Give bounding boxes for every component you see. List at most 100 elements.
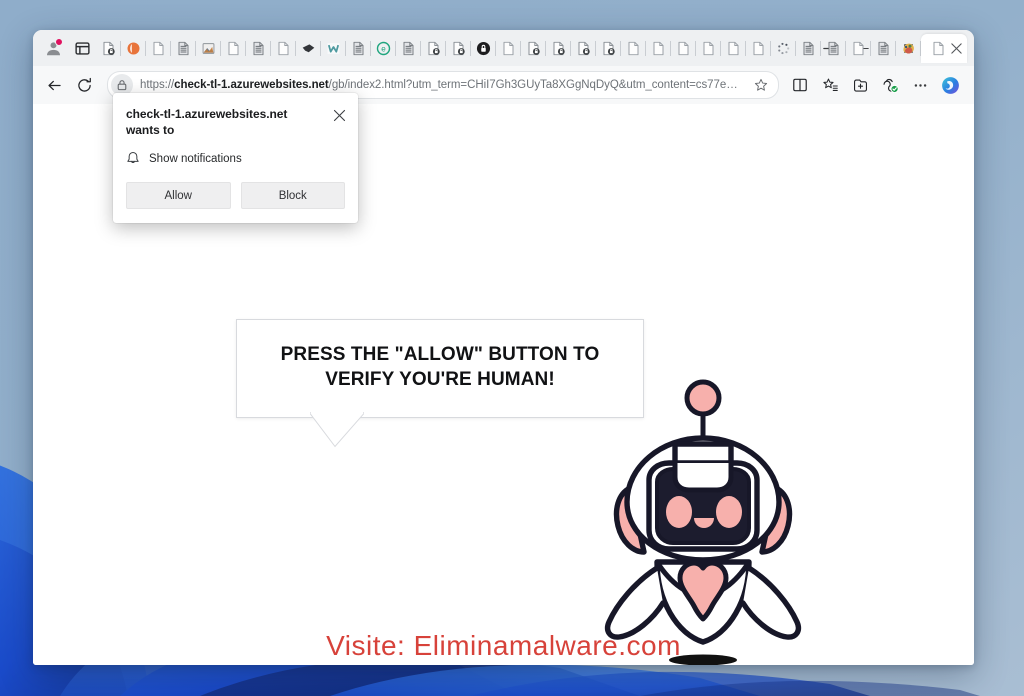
ellipsis-more-icon — [914, 83, 926, 87]
tab[interactable] — [771, 34, 796, 63]
tab[interactable] — [421, 34, 446, 63]
copilot-icon — [941, 76, 959, 94]
document-lines-icon — [803, 41, 814, 55]
profile-button[interactable] — [40, 35, 66, 61]
lock-page-icon — [428, 41, 440, 55]
orange-circle-icon — [127, 42, 140, 54]
document-lines-icon — [878, 41, 889, 55]
add-favorite-button[interactable] — [750, 74, 772, 96]
lock-icon — [117, 80, 127, 91]
tab[interactable] — [546, 34, 571, 63]
robot-left-eye — [666, 496, 692, 528]
reload-icon — [77, 77, 91, 92]
url-path: /gb/index2.html?utm_term=CHiI7Gh3GUyTa8X… — [328, 79, 738, 91]
browser-essentials-button[interactable] — [875, 70, 905, 100]
url-domain: check-tl-1.azurewebsites.net — [174, 79, 329, 91]
tab[interactable] — [396, 34, 421, 63]
close-icon — [333, 109, 346, 122]
lock-page-icon — [528, 41, 540, 55]
url-text: https://check-tl-1.azurewebsites.net/gb/… — [133, 79, 750, 91]
blank-page-icon — [853, 41, 864, 55]
tab[interactable] — [496, 34, 521, 63]
tab-strip: e — [33, 30, 974, 66]
tab[interactable]: e — [371, 34, 396, 63]
tab[interactable] — [471, 34, 496, 63]
collections-icon — [853, 79, 867, 92]
lock-page-icon — [603, 41, 615, 55]
tab[interactable] — [271, 34, 296, 63]
tab-close-button[interactable] — [950, 42, 963, 55]
tab-search-icon — [74, 41, 90, 55]
blank-page-icon — [678, 41, 689, 55]
blank-page-icon — [628, 41, 639, 55]
e-circle-icon: e — [376, 41, 391, 55]
tab[interactable] — [846, 34, 871, 63]
popup-permission-row: Show notifications — [113, 138, 358, 166]
split-screen-button[interactable] — [785, 70, 815, 100]
document-lines-icon — [828, 41, 839, 55]
tab-active[interactable] — [921, 33, 967, 63]
bell-icon — [127, 152, 139, 164]
notification-permission-popup: check-tl-1.azurewebsites.net wants to Sh… — [113, 93, 358, 224]
tab[interactable] — [146, 34, 171, 63]
copilot-button[interactable] — [935, 70, 965, 100]
tab[interactable] — [746, 34, 771, 63]
tab[interactable] — [871, 34, 896, 63]
popup-actions: Allow Block — [113, 166, 358, 210]
tab[interactable] — [896, 34, 921, 63]
tab[interactable] — [796, 34, 821, 63]
w-teal-icon — [327, 42, 340, 54]
tab[interactable] — [346, 34, 371, 63]
tab[interactable] — [646, 34, 671, 63]
tab[interactable] — [121, 34, 146, 63]
back-button[interactable] — [39, 70, 69, 100]
favorites-star-list-icon — [822, 78, 838, 91]
popup-close-button[interactable] — [330, 106, 349, 125]
lock-page-icon — [553, 41, 565, 55]
star-outline-icon — [754, 78, 768, 91]
tab[interactable] — [671, 34, 696, 63]
svg-text:e: e — [381, 44, 386, 53]
blank-page-icon — [228, 41, 239, 55]
robot-right-eye — [716, 496, 742, 528]
tab[interactable] — [821, 34, 846, 63]
document-lines-icon — [403, 41, 414, 55]
tab[interactable] — [296, 34, 321, 63]
favorites-button[interactable] — [815, 70, 845, 100]
tab[interactable] — [171, 34, 196, 63]
tab[interactable] — [96, 34, 121, 63]
collections-button[interactable] — [845, 70, 875, 100]
tab[interactable] — [446, 34, 471, 63]
tab[interactable] — [221, 34, 246, 63]
popup-permission-label: Show notifications — [149, 152, 242, 165]
blank-page-icon — [728, 41, 739, 55]
blank-page-icon — [503, 41, 514, 55]
allow-button[interactable]: Allow — [126, 182, 231, 210]
popup-header: check-tl-1.azurewebsites.net wants to — [113, 106, 358, 138]
refresh-button[interactable] — [69, 70, 99, 100]
tab[interactable] — [246, 34, 271, 63]
blank-page-icon — [653, 41, 664, 55]
document-lines-icon — [353, 41, 364, 55]
speech-bubble-tail — [310, 412, 364, 448]
tab-list: e — [96, 33, 967, 63]
tab[interactable] — [521, 34, 546, 63]
tab[interactable] — [696, 34, 721, 63]
tab[interactable] — [196, 34, 221, 63]
tab[interactable] — [596, 34, 621, 63]
block-button[interactable]: Block — [240, 182, 345, 210]
tab[interactable] — [571, 34, 596, 63]
settings-more-button[interactable] — [905, 70, 935, 100]
speech-bubble: PRESS THE "ALLOW" BUTTON TO VERIFY YOU'R… — [236, 319, 644, 418]
blank-page-icon — [933, 41, 943, 55]
document-lines-icon — [178, 41, 189, 55]
tab[interactable] — [721, 34, 746, 63]
profile-notification-badge — [55, 38, 63, 46]
tab[interactable] — [621, 34, 646, 63]
tab[interactable] — [321, 34, 346, 63]
document-lines-icon — [253, 41, 264, 55]
loading-spinner-icon — [778, 42, 790, 54]
blank-page-icon — [753, 41, 764, 55]
tab-search-button[interactable] — [70, 36, 94, 60]
lock-page-icon — [453, 41, 465, 55]
